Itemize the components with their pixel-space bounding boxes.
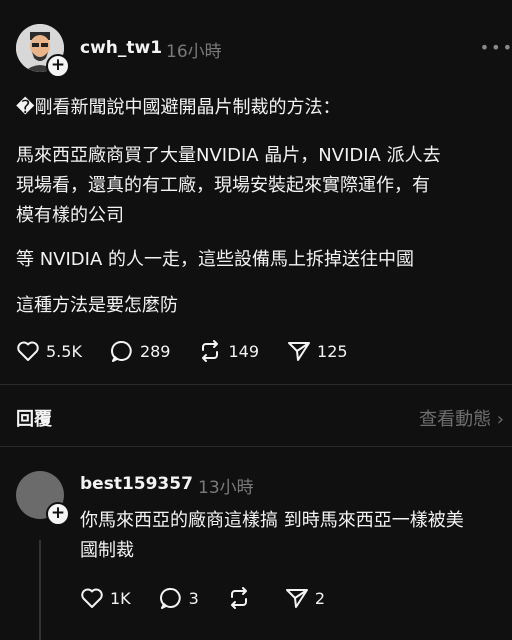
post-line-4: 模有樣的公司 <box>16 205 124 226</box>
repost-icon <box>202 340 219 362</box>
reply-timestamp: 13小時 <box>198 478 254 498</box>
reply-share-count: 2 <box>314 588 326 608</box>
reply-username[interactable]: best159357 <box>80 474 193 494</box>
send-icon <box>285 589 308 608</box>
like-button[interactable]: 5.5K <box>16 340 82 362</box>
thread-line <box>39 540 41 640</box>
comment-bubble-icon <box>159 587 181 609</box>
repost-count: 149 <box>228 341 260 361</box>
replies-heading: 回覆 <box>16 409 52 430</box>
author-username[interactable]: cwh_tw1 <box>80 38 162 58</box>
like-count: 5.5K <box>46 341 82 361</box>
reply-line-1: 你馬來西亞的廠商這樣搞 到時馬來西亞一樣被美 <box>80 510 464 531</box>
heart-icon <box>17 341 39 361</box>
reply-follow-plus-icon[interactable]: + <box>46 502 70 526</box>
share-button[interactable]: 125 <box>287 340 348 362</box>
repost-button[interactable]: 149 <box>198 340 259 362</box>
reply-comment-button[interactable]: 3 <box>159 587 199 609</box>
comment-bubble-icon <box>110 340 132 362</box>
section-divider <box>0 384 512 385</box>
post-line-5: 等 NVIDIA 的人一走，這些設備馬上拆掉送往中國 <box>16 249 415 270</box>
follow-plus-icon[interactable]: + <box>46 54 70 78</box>
reply-line-2: 國制裁 <box>80 540 134 561</box>
repost-icon <box>230 587 247 609</box>
send-icon <box>288 342 311 361</box>
post-timestamp: 16小時 <box>166 42 222 62</box>
reply-like-count: 1K <box>110 588 131 608</box>
reply-action-bar: 1K 3 2 <box>80 587 353 609</box>
view-activity-link[interactable]: 查看動態 › <box>419 405 504 431</box>
reply-repost-button[interactable] <box>227 587 257 609</box>
comment-button[interactable]: 289 <box>110 340 171 362</box>
reply-share-button[interactable]: 2 <box>285 587 325 609</box>
share-count: 125 <box>317 341 348 361</box>
post-line-6: 這種方法是要怎麼防 <box>16 295 178 316</box>
heart-icon <box>81 588 103 608</box>
reply-like-button[interactable]: 1K <box>80 587 131 609</box>
comment-count: 289 <box>139 341 171 361</box>
reply-comment-count: 3 <box>188 588 199 608</box>
section-divider-2 <box>0 446 512 447</box>
post-action-bar: 5.5K 289 149 125 <box>16 340 376 362</box>
more-dots-icon[interactable]: ••• <box>480 38 512 57</box>
post-line-2: 馬來西亞廠商買了大量NVIDIA 晶片，NVIDIA 派人去 <box>16 145 441 166</box>
post-line-1: �剛看新聞說中國避開晶片制裁的方法： <box>16 97 341 118</box>
post-line-3: 現場看，還真的有工廠，現場安裝起來實際運作，有 <box>16 175 430 196</box>
